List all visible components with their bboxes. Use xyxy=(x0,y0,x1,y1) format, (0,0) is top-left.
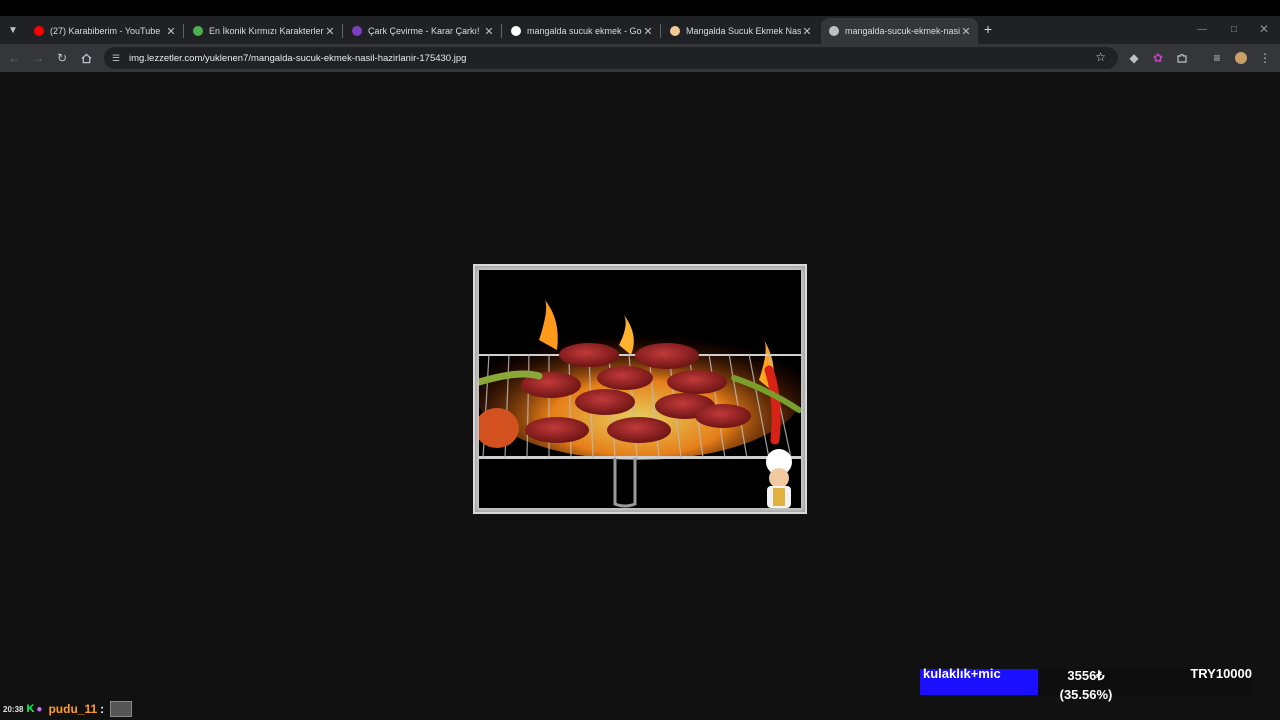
top-strip xyxy=(0,0,1280,16)
youtube-icon xyxy=(34,26,44,36)
tab-5[interactable]: mangalda-sucuk-ekmek-nasil-h ✕ xyxy=(821,18,978,44)
grill-sucuk-picture xyxy=(479,270,801,508)
back-icon[interactable]: ← xyxy=(4,48,24,68)
tab-title: Çark Çevirme - Karar Çarkı! xyxy=(368,26,480,36)
tab-title: Mangalda Sucuk Ekmek Nasıl H xyxy=(686,26,801,36)
maximize-button[interactable]: □ xyxy=(1224,18,1244,40)
tab-separator xyxy=(501,24,502,38)
tab-1[interactable]: En İkonik Kırmızı Karakterler - T✕ xyxy=(185,18,342,44)
url-text[interactable]: img.lezzetler.com/yuklenen7/mangalda-suc… xyxy=(129,53,466,64)
profile-avatar-icon[interactable] xyxy=(1231,48,1251,68)
chat-message: 20:38 K ● pudu_11 : xyxy=(0,698,133,720)
tab-close-icon[interactable]: ✕ xyxy=(801,25,813,38)
donation-goal-label: kulaklık+mic xyxy=(923,666,1001,681)
badge-k-icon: K xyxy=(26,703,35,715)
globe-icon xyxy=(193,26,203,36)
tab-title: mangalda-sucuk-ekmek-nasil-h xyxy=(845,26,960,36)
donation-goal-amount: 3556₺ (35.56%) xyxy=(1040,666,1132,704)
close-window-button[interactable]: ✕ xyxy=(1254,18,1274,40)
tab-separator xyxy=(660,24,661,38)
tab-title: En İkonik Kırmızı Karakterler - T xyxy=(209,26,324,36)
tab-4[interactable]: Mangalda Sucuk Ekmek Nasıl H✕ xyxy=(662,18,819,44)
google-icon xyxy=(511,26,521,36)
tab-close-icon[interactable]: ✕ xyxy=(165,25,177,38)
donation-goal-target: TRY10000 xyxy=(1190,666,1252,681)
tab-3[interactable]: mangalda sucuk ekmek - Goog ✕ xyxy=(503,18,660,44)
mic-badge-icon: ● xyxy=(36,703,43,715)
tab-search-button[interactable]: ▼ xyxy=(4,20,22,40)
tab-separator xyxy=(342,24,343,38)
home-icon[interactable] xyxy=(76,48,96,68)
forward-icon[interactable]: → xyxy=(28,48,48,68)
minimize-button[interactable]: — xyxy=(1192,18,1212,40)
tab-close-icon[interactable]: ✕ xyxy=(642,25,654,38)
goal-percent-value: (35.56%) xyxy=(1059,687,1113,702)
new-tab-button[interactable]: + xyxy=(980,18,996,40)
toolbar: ← → ↻ ☰ img.lezzetler.com/yuklenen7/mang… xyxy=(0,44,1280,72)
tab-title: mangalda sucuk ekmek - Goog xyxy=(527,26,642,36)
chat-time: 20:38 xyxy=(3,704,24,714)
tab-0[interactable]: (27) Karabiberim - YouTube ✕ xyxy=(26,18,183,44)
displayed-image[interactable] xyxy=(473,264,807,514)
address-bar[interactable]: ☰ img.lezzetler.com/yuklenen7/mangalda-s… xyxy=(104,47,1118,69)
tab-close-icon[interactable]: ✕ xyxy=(960,25,972,38)
menu-icon[interactable]: ⋮ xyxy=(1255,48,1275,68)
tab-title: (27) Karabiberim - YouTube xyxy=(50,26,161,36)
wheel-icon xyxy=(352,26,362,36)
chat-username: pudu_11 xyxy=(48,702,98,716)
extension-diamond-icon[interactable]: ◆ xyxy=(1124,48,1144,68)
globe-icon xyxy=(829,26,839,36)
chef-icon xyxy=(670,26,680,36)
tab-close-icon[interactable]: ✕ xyxy=(324,25,336,38)
site-info-icon[interactable]: ☰ xyxy=(109,53,123,64)
bookmark-star-icon[interactable]: ☆ xyxy=(1095,50,1106,64)
media-controls-icon[interactable]: ≡ xyxy=(1207,48,1227,68)
tab-bar: ▼ (27) Karabiberim - YouTube ✕ En İkonik K… xyxy=(0,16,1280,44)
goal-amount-value: 3556₺ xyxy=(1067,668,1105,683)
tab-close-icon[interactable]: ✕ xyxy=(483,25,495,38)
tab-separator xyxy=(183,24,184,38)
reload-icon[interactable]: ↻ xyxy=(52,48,72,68)
tab-2[interactable]: Çark Çevirme - Karar Çarkı! ✕ xyxy=(344,18,501,44)
emote-image xyxy=(110,701,133,717)
chat-separator: : xyxy=(100,702,105,716)
extension-purple-icon[interactable]: ✿ xyxy=(1148,48,1168,68)
extensions-puzzle-icon[interactable] xyxy=(1172,48,1192,68)
